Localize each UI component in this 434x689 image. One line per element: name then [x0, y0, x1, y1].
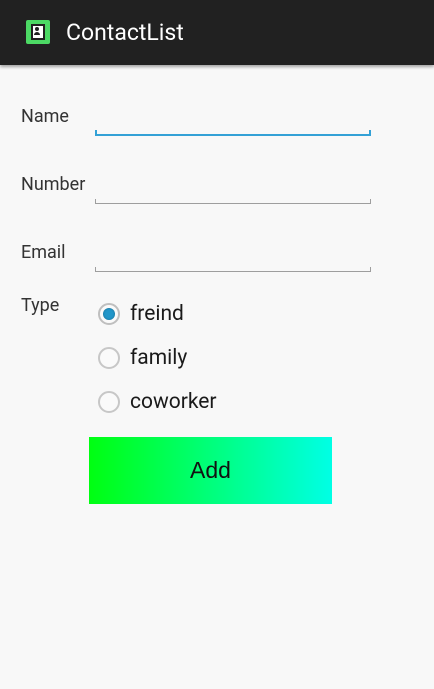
email-input-underline: [95, 267, 371, 272]
email-label: Email: [21, 242, 66, 263]
name-input[interactable]: [95, 104, 371, 134]
radio-option-coworker[interactable]: coworker: [98, 387, 217, 417]
number-label: Number: [21, 174, 86, 195]
name-input-underline: [95, 130, 371, 136]
radio-button[interactable]: [98, 391, 120, 413]
number-input[interactable]: [95, 172, 371, 202]
radio-option-freind[interactable]: freind: [98, 299, 184, 329]
radio-option-family[interactable]: family: [98, 343, 187, 373]
name-label: Name: [21, 106, 69, 127]
contact-card-icon: [26, 20, 50, 44]
number-input-underline: [95, 199, 371, 204]
radio-button[interactable]: [98, 347, 120, 369]
email-input[interactable]: [95, 240, 371, 270]
add-button[interactable]: Add: [89, 437, 332, 504]
radio-button-checked[interactable]: [98, 303, 120, 325]
radio-label-family: family: [130, 346, 188, 370]
app-title: ContactList: [66, 19, 184, 46]
type-label: Type: [21, 295, 60, 316]
radio-label-coworker: coworker: [130, 390, 217, 414]
action-bar: ContactList: [0, 0, 434, 65]
radio-label-freind: freind: [130, 302, 184, 326]
